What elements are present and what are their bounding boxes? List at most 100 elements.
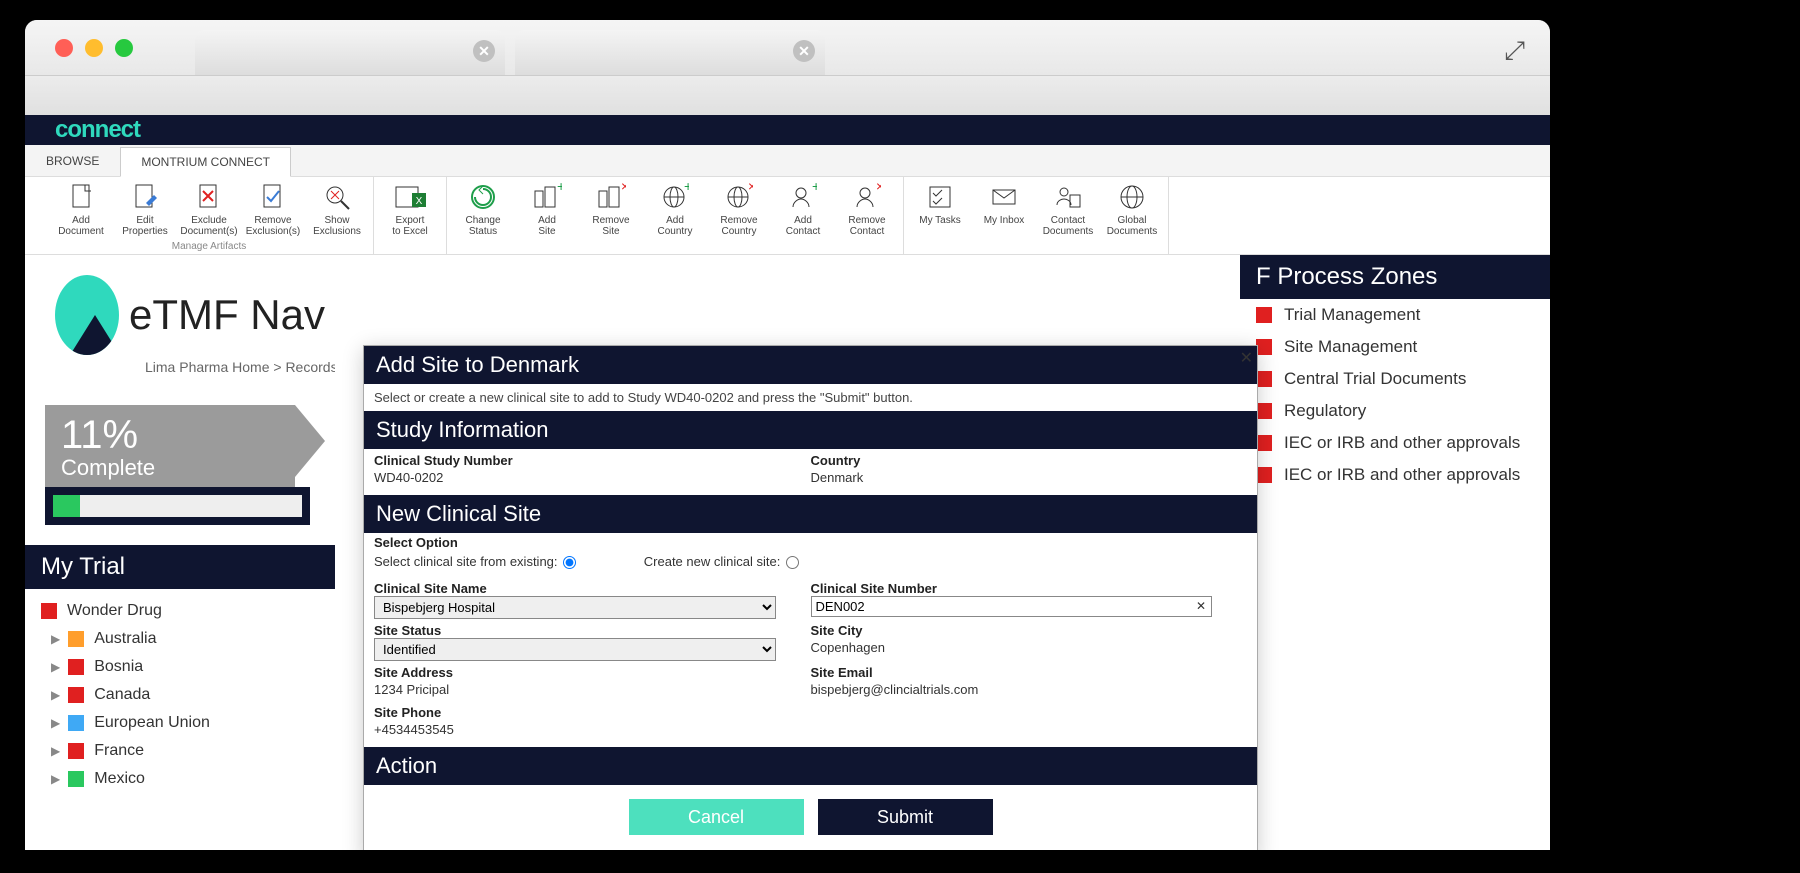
window-close[interactable] (55, 39, 73, 57)
ribbon-exclude-documents[interactable]: Exclude Document(s) (177, 180, 241, 239)
site-status-label: Site Status (374, 623, 811, 638)
trial-country[interactable]: ▶Mexico (41, 765, 319, 793)
status-square-icon (68, 771, 84, 787)
my-inbox-icon (990, 182, 1018, 212)
trial-country[interactable]: ▶Canada (41, 681, 319, 709)
radio-create[interactable] (786, 556, 799, 569)
expand-icon[interactable]: ⤢ (1504, 35, 1525, 67)
zone-item[interactable]: Regulatory (1240, 395, 1550, 427)
window-minimize[interactable] (85, 39, 103, 57)
trial-country[interactable]: ▶Bosnia (41, 653, 319, 681)
clear-icon[interactable]: ✕ (1196, 599, 1206, 613)
zone-item[interactable]: Trial Management (1240, 299, 1550, 331)
tree-label: Australia (94, 630, 156, 648)
tab-close-icon[interactable]: ✕ (473, 40, 495, 62)
svg-text:×: × (748, 183, 753, 194)
titlebar: ✕ ✕ ⤢ (25, 20, 1550, 75)
site-name-select[interactable]: Bispebjerg Hospital (374, 596, 776, 619)
zone-label: Central Trial Documents (1284, 369, 1466, 389)
status-square-icon (1256, 435, 1272, 451)
tab-browse[interactable]: BROWSE (25, 146, 120, 176)
progress-word: Complete (61, 455, 279, 481)
tab-connect[interactable]: MONTRIUM CONNECT (120, 147, 291, 177)
remove-country-icon: × (725, 182, 753, 212)
site-email: bispebjerg@clincialtrials.com (811, 680, 1248, 701)
ribbon-remove-site[interactable]: ×Remove Site (579, 180, 643, 239)
ribbon-my-inbox[interactable]: My Inbox (972, 180, 1036, 239)
ribbon-group-label: Manage Artifacts (172, 241, 246, 252)
trial-root[interactable]: Wonder Drug (41, 597, 319, 625)
ribbon-item-label: Contact Documents (1043, 215, 1094, 237)
ribbon-add-document[interactable]: Add Document (49, 180, 113, 239)
ribbon-remove-contact[interactable]: ×Remove Contact (835, 180, 899, 239)
ribbon-remove-country[interactable]: × Remove Country (707, 180, 771, 239)
country-label: Country (811, 453, 1248, 468)
section-new-site: New Clinical Site (364, 495, 1257, 533)
zone-item[interactable]: Central Trial Documents (1240, 363, 1550, 395)
zone-item[interactable]: IEC or IRB and other approvals (1240, 459, 1550, 491)
trial-country[interactable]: ▶France (41, 737, 319, 765)
ribbon-item-label: Export to Excel (392, 215, 428, 237)
tree-label: France (94, 742, 144, 760)
status-square-icon (41, 603, 57, 619)
site-number-input[interactable] (811, 596, 1213, 617)
ribbon-edit-properties[interactable]: Edit Properties (113, 180, 177, 239)
radio-existing[interactable] (563, 556, 576, 569)
ribbon-remove-exclusions[interactable]: Remove Exclusion(s) (241, 180, 305, 239)
zone-item[interactable]: Site Management (1240, 331, 1550, 363)
ribbon-item-label: Exclude Document(s) (180, 215, 237, 237)
window-zoom[interactable] (115, 39, 133, 57)
site-status-select[interactable]: Identified (374, 638, 776, 661)
site-name-label: Clinical Site Name (374, 581, 811, 596)
my-trial-title: My Trial (25, 545, 335, 589)
tab-close-icon[interactable]: ✕ (793, 40, 815, 62)
remove-exclusions-icon (260, 182, 286, 212)
my-tasks-icon (927, 182, 953, 212)
svg-text:X: X (416, 196, 423, 207)
ribbon-item-label: My Inbox (984, 215, 1025, 226)
progress-widget: 11% Complete (45, 405, 315, 525)
chevron-right-icon: ▶ (51, 660, 60, 674)
ribbon-change-status[interactable]: Change Status (451, 180, 515, 239)
radio-existing-label[interactable]: Select clinical site from existing: (374, 554, 580, 569)
ribbon-item-label: Remove Contact (848, 215, 885, 237)
close-icon[interactable]: ✕ (1240, 348, 1253, 368)
browser-tab[interactable]: ✕ (515, 30, 825, 75)
site-phone-label: Site Phone (374, 705, 811, 720)
radio-create-label[interactable]: Create new clinical site: (644, 554, 803, 569)
ribbon-global-documents[interactable]: Global Documents (1100, 180, 1164, 239)
trial-country[interactable]: ▶Australia (41, 625, 319, 653)
ribbon-item-label: Remove Country (720, 215, 757, 237)
svg-text:+: + (812, 183, 817, 194)
ribbon-show-exclusions[interactable]: Show Exclusions (305, 180, 369, 239)
ribbon-contact-documents[interactable]: Contact Documents (1036, 180, 1100, 239)
ribbon-add-site[interactable]: +Add Site (515, 180, 579, 239)
ribbon-tabs: BROWSE MONTRIUM CONNECT (25, 145, 1550, 177)
status-square-icon (68, 687, 84, 703)
breadcrumb[interactable]: Lima Pharma Home > Records M (145, 359, 335, 375)
ribbon: Add DocumentEdit PropertiesExclude Docum… (25, 177, 1550, 255)
ribbon-my-tasks[interactable]: My Tasks (908, 180, 972, 239)
app-logo-icon (55, 275, 119, 355)
ribbon-item-label: Global Documents (1107, 215, 1158, 237)
ribbon-add-contact[interactable]: +Add Contact (771, 180, 835, 239)
ribbon-export-excel[interactable]: X Export to Excel (378, 180, 442, 239)
study-number-label: Clinical Study Number (374, 453, 811, 468)
tree-label: Wonder Drug (67, 602, 162, 620)
browser-window: ✕ ✕ ⤢ connect BROWSE MONTRIUM CONNECT Ad… (25, 20, 1550, 850)
brand-logo: connect (55, 116, 140, 144)
section-action: Action (364, 747, 1257, 785)
add-site-dialog: ✕ Add Site to Denmark Select or create a… (363, 345, 1258, 850)
site-city-label: Site City (811, 623, 1248, 638)
zone-item[interactable]: IEC or IRB and other approvals (1240, 427, 1550, 459)
cancel-button[interactable]: Cancel (629, 799, 804, 835)
ribbon-add-country[interactable]: +Add Country (643, 180, 707, 239)
browser-tab[interactable]: ✕ (195, 30, 505, 75)
ribbon-item-label: Remove Exclusion(s) (246, 215, 300, 237)
ribbon-item-label: Add Site (538, 215, 556, 237)
zone-label: IEC or IRB and other approvals (1284, 433, 1520, 453)
zones-title: F Process Zones (1240, 255, 1550, 299)
submit-button[interactable]: Submit (818, 799, 993, 835)
trial-country[interactable]: ▶European Union (41, 709, 319, 737)
url-bar (25, 75, 1550, 115)
